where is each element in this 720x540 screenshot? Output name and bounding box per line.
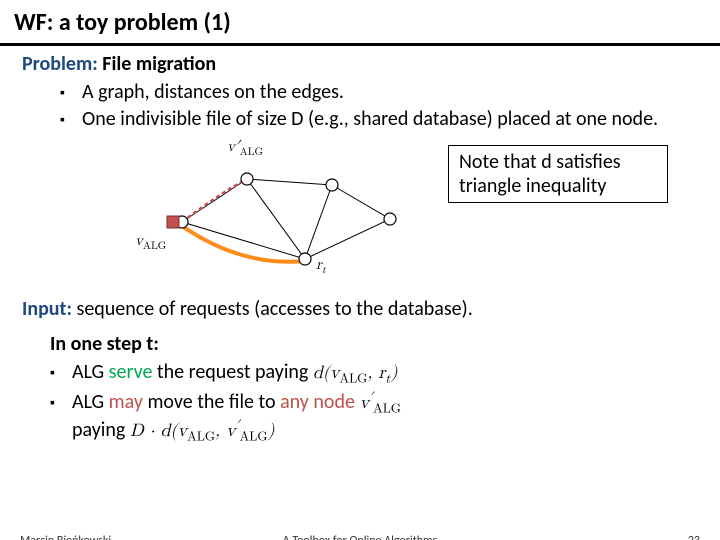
problem-bullets: A graph, distances on the edges. One ind… — [22, 80, 698, 133]
slide-title: WF: a toy problem (1) — [0, 0, 720, 46]
math-d-valg-rt: d(vALG, rt) — [313, 364, 398, 382]
input-line: Input: sequence of requests (accesses to… — [22, 297, 698, 323]
label-rt: rt — [316, 255, 326, 278]
step-block: In one step t: ALG serve the request pay… — [22, 332, 698, 446]
note-line-1: Note that d satisfies — [459, 150, 657, 174]
note-line-2: triangle inequality — [459, 174, 657, 198]
list-item: ALG serve the request paying d(vALG, rt) — [50, 360, 698, 388]
slide-body: Problem: File migration A graph, distanc… — [0, 46, 720, 446]
footer-page-number: 23 — [688, 534, 700, 540]
problem-line: Problem: File migration — [22, 52, 698, 78]
list-item: ALG may move the file to any node v′ALG … — [50, 390, 698, 446]
serve-word: serve — [109, 360, 153, 384]
math-D-d: D · d(vALG, v′ALG) — [130, 422, 275, 440]
math-vprime-alg: v′ALG — [359, 394, 401, 412]
list-item: A graph, distances on the edges. — [60, 80, 698, 106]
any-node-word: any node — [280, 390, 355, 414]
problem-label: Problem: — [22, 52, 98, 76]
graph-diagram — [132, 147, 432, 287]
label-v-alg: vALG — [135, 231, 166, 254]
label-v-alg-prime: v′ALG — [227, 137, 263, 160]
step-title: In one step t: — [50, 332, 698, 358]
diagram-area: v′ALG vALG rt Note that d satisfies tria… — [22, 141, 698, 291]
slide: WF: a toy problem (1) Problem: File migr… — [0, 0, 720, 540]
input-text: sequence of requests (accesses to the da… — [77, 297, 473, 321]
footer-title: A Toolbox for Online Algorithms — [0, 534, 720, 540]
may-word: may — [109, 390, 143, 414]
input-label: Input: — [22, 297, 72, 321]
problem-name: File migration — [102, 52, 216, 76]
list-item: One indivisible file of size D (e.g., sh… — [60, 107, 698, 133]
note-box: Note that d satisfies triangle inequalit… — [448, 145, 668, 203]
